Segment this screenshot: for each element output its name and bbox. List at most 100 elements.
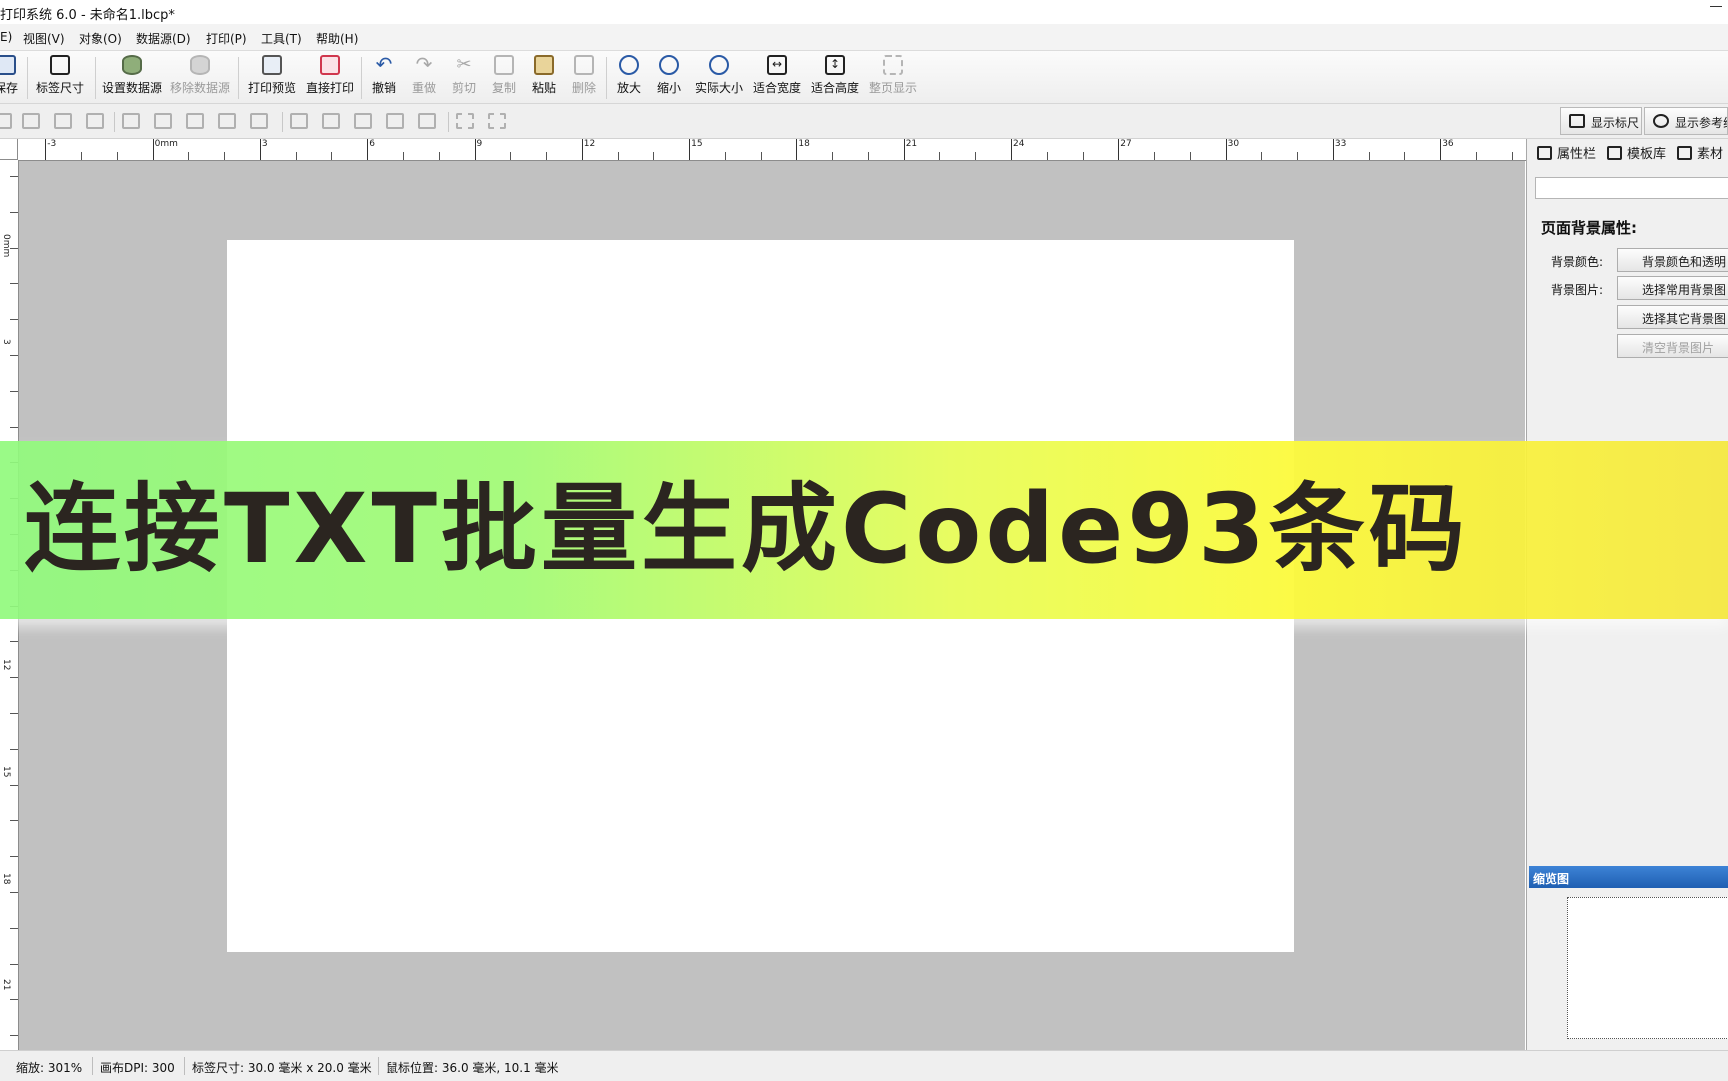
menu-datasource[interactable]: 数据源(D) — [136, 30, 191, 47]
ruler-minor-tick — [10, 999, 18, 1001]
ruler-minor-tick — [617, 152, 619, 160]
redo-button[interactable]: ↷ 重做 — [410, 52, 438, 96]
ruler-minor-tick — [10, 820, 18, 822]
menu-print[interactable]: 打印(P) — [206, 30, 247, 47]
redo-icon: ↷ — [415, 52, 433, 76]
toolbar-separator — [238, 57, 239, 99]
actual-size-icon — [709, 55, 729, 75]
ruler-label: -3 — [47, 139, 57, 149]
ruler-minor-tick — [10, 1035, 18, 1037]
copy-icon — [494, 55, 514, 75]
ruler-minor-tick — [975, 152, 977, 160]
copy-button[interactable]: 复制 — [490, 55, 518, 96]
ruler-tick — [1118, 139, 1120, 160]
align-right-icon[interactable] — [186, 113, 204, 129]
menu-help[interactable]: 帮助(H) — [316, 30, 358, 47]
label-size-button[interactable]: 标签尺寸 — [34, 55, 86, 96]
actual-size-button[interactable]: 实际大小 — [693, 55, 745, 96]
ruler-tick — [796, 139, 798, 160]
set-datasource-button[interactable]: 设置数据源 — [100, 55, 164, 96]
same-height-icon[interactable] — [386, 113, 404, 129]
layer-bottom-icon[interactable] — [86, 113, 104, 129]
horizontal-ruler: -6-30mm369121518212427303336 — [18, 139, 1526, 161]
align-middle-icon[interactable] — [322, 113, 340, 129]
ruler-minor-tick — [10, 247, 18, 249]
panel-search-input[interactable] — [1535, 177, 1728, 199]
ruler-minor-tick — [653, 152, 655, 160]
status-divider — [92, 1057, 93, 1075]
ruler-minor-tick — [10, 211, 18, 213]
toolbar-separator — [27, 57, 28, 99]
delete-button[interactable]: 删除 — [570, 55, 598, 96]
minimize-button[interactable] — [1710, 6, 1722, 7]
common-bg-image-button[interactable]: 选择常用背景图 — [1617, 276, 1728, 300]
ruler-tick — [45, 139, 47, 160]
align-center-icon[interactable] — [154, 113, 172, 129]
ruler-minor-tick — [1368, 152, 1370, 160]
distribute-horizontal-icon[interactable] — [250, 113, 268, 129]
zoom-in-icon — [619, 55, 639, 75]
zoom-out-button[interactable]: 缩小 — [655, 55, 683, 96]
main-toolbar: 保存 标签尺寸 设置数据源 移除数据源 打印预览 直接打印 ↶ 撤销 ↷ 重做 … — [0, 51, 1728, 104]
menu-object[interactable]: 对象(O) — [79, 30, 122, 47]
full-page-button[interactable]: 整页显示 — [867, 55, 919, 96]
save-button[interactable]: 保存 — [0, 55, 20, 96]
ruler-label: 15 — [1, 766, 11, 778]
paste-button[interactable]: 粘贴 — [530, 55, 558, 96]
layer-icon[interactable] — [0, 113, 12, 129]
menu-tools[interactable]: 工具(T) — [261, 30, 302, 47]
ruler-minor-tick — [10, 319, 18, 321]
tab-templates[interactable]: 模板库 — [1605, 143, 1666, 167]
layer-down-icon[interactable] — [54, 113, 72, 129]
undo-button[interactable]: ↶ 撤销 — [370, 54, 398, 96]
menu-edit[interactable]: E) — [0, 30, 12, 44]
title-banner: 连接TXT批量生成Code93条码 — [0, 441, 1728, 619]
show-reference-button[interactable]: 显示参考线 — [1644, 107, 1728, 135]
ruler-minor-tick — [1261, 152, 1263, 160]
show-ruler-button[interactable]: 显示标尺 — [1560, 107, 1642, 135]
distribute-vertical-icon[interactable] — [418, 113, 436, 129]
library-icon — [1677, 146, 1692, 160]
ruler-label: 12 — [583, 139, 596, 149]
delete-icon — [574, 55, 594, 75]
same-width-icon[interactable] — [218, 113, 236, 129]
ruler-label: 21 — [905, 139, 918, 149]
thumbnail-view[interactable] — [1567, 897, 1728, 1039]
tab-library[interactable]: 素材 — [1675, 143, 1723, 167]
ruler-minor-tick — [10, 713, 18, 714]
ruler-minor-tick — [224, 152, 226, 160]
align-left-icon[interactable] — [122, 113, 140, 129]
ruler-minor-tick — [832, 152, 834, 160]
toolbar-separator — [606, 57, 607, 99]
print-preview-button[interactable]: 打印预览 — [246, 55, 298, 96]
group-icon[interactable] — [456, 113, 474, 129]
ungroup-icon[interactable] — [488, 113, 506, 129]
other-bg-image-button[interactable]: 选择其它背景图 — [1617, 305, 1728, 329]
ruler-minor-tick — [510, 152, 512, 160]
ruler-minor-tick — [295, 152, 297, 160]
zoom-in-button[interactable]: 放大 — [615, 55, 643, 96]
ruler-minor-tick — [546, 152, 548, 160]
ruler-tick — [259, 139, 261, 160]
ruler-label: 0mm — [154, 139, 178, 149]
cut-button[interactable]: ✂ 剪切 — [450, 55, 478, 96]
tab-properties[interactable]: 属性栏 — [1535, 143, 1596, 167]
fit-width-button[interactable]: ↔ 适合宽度 — [751, 55, 803, 96]
ruler-minor-tick — [402, 152, 404, 160]
layer-up-icon[interactable] — [22, 113, 40, 129]
remove-datasource-button[interactable]: 移除数据源 — [168, 55, 232, 96]
clear-bg-image-button[interactable]: 清空背景图片 — [1617, 334, 1728, 358]
align-top-icon[interactable] — [290, 113, 308, 129]
printer-icon — [320, 55, 340, 75]
menu-view[interactable]: 视图(V) — [23, 30, 65, 47]
toolbar-separator — [448, 112, 449, 132]
status-label-size: 标签尺寸: 30.0 毫米 x 20.0 毫米 — [192, 1061, 372, 1075]
fit-height-button[interactable]: ↕ 适合高度 — [809, 55, 861, 96]
bg-color-button[interactable]: 背景颜色和透明 — [1617, 248, 1728, 272]
ruler-minor-tick — [10, 784, 18, 786]
ruler-label: 33 — [1334, 139, 1347, 149]
align-bottom-icon[interactable] — [354, 113, 372, 129]
direct-print-button[interactable]: 直接打印 — [304, 55, 356, 96]
ruler-minor-tick — [10, 283, 18, 285]
ruler-minor-tick — [1046, 152, 1048, 160]
